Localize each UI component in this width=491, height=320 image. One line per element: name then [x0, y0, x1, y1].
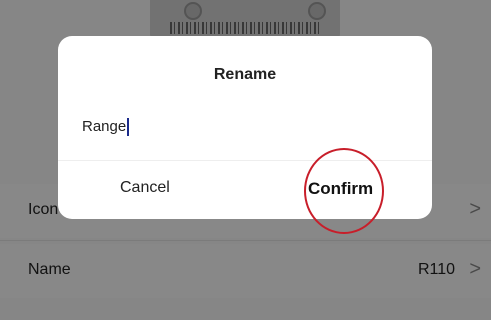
dialog-separator [58, 160, 432, 161]
rename-input[interactable]: Range [82, 114, 402, 140]
confirm-button[interactable]: Confirm [308, 179, 373, 199]
rename-dialog: Rename Range Cancel Confirm [58, 36, 432, 219]
rename-input-text: Range [82, 118, 127, 135]
text-caret [127, 118, 130, 137]
cancel-button[interactable]: Cancel [120, 179, 170, 197]
dialog-title: Rename [213, 66, 277, 83]
